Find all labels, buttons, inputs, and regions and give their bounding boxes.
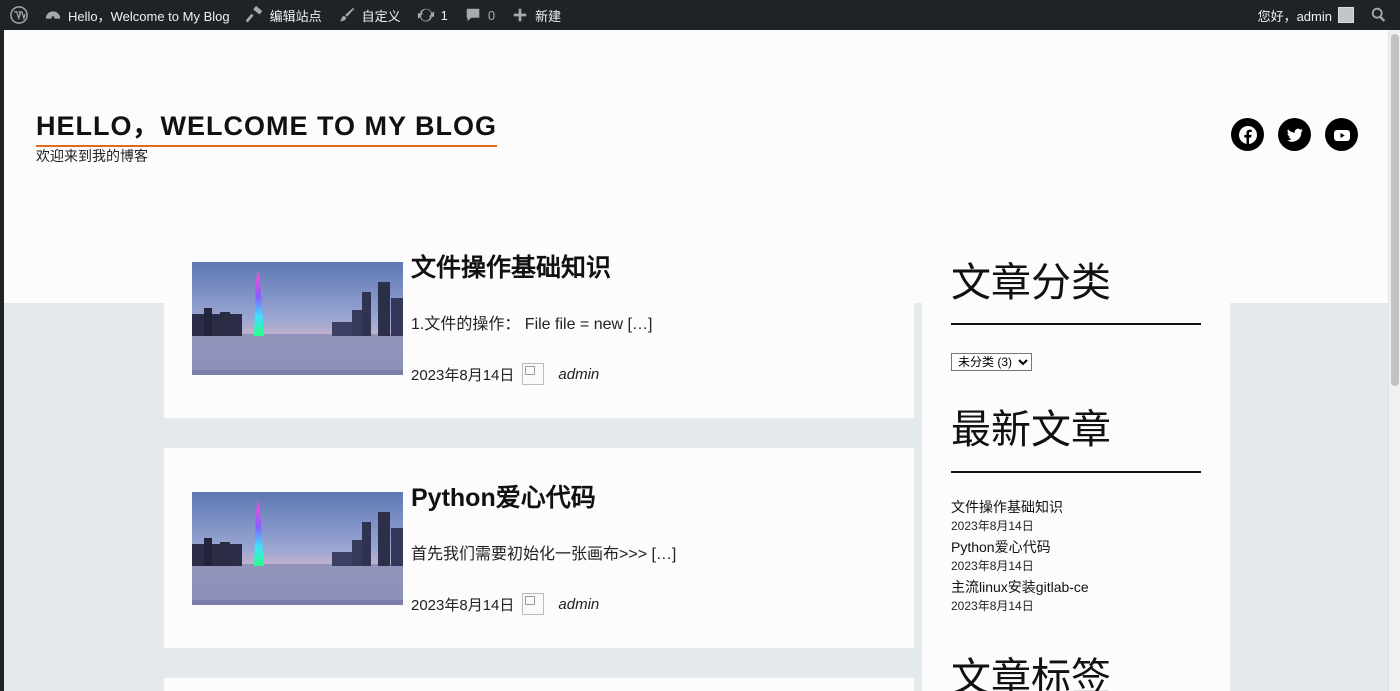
recent-post-link[interactable]: 主流linux安装gitlab-ce [951, 578, 1211, 596]
avatar [1338, 7, 1354, 23]
wordpress-icon [10, 6, 28, 24]
post-date[interactable]: 2023年8月14日 [411, 364, 514, 385]
post-thumbnail[interactable] [192, 492, 403, 605]
edit-site-label: 编辑站点 [269, 8, 322, 24]
scrollbar-thumb[interactable] [1391, 34, 1399, 386]
search-icon [1370, 6, 1388, 24]
post-excerpt: 1.文件的操作： File file = new […] [411, 316, 653, 333]
facebook-icon [1238, 125, 1257, 144]
author-avatar [522, 593, 545, 615]
recent-posts-list: 文件操作基础知识 2023年8月14日 Python爱心代码 2023年8月14… [951, 498, 1211, 618]
post-card: 文件操作基础知识 1.文件的操作： File file = new […] 20… [164, 230, 914, 418]
edit-site-menu[interactable]: 编辑站点 [238, 0, 330, 30]
comment-icon [464, 6, 482, 24]
hammer-icon [245, 6, 264, 24]
site-name-label: Hello，Welcome to My Blog [68, 8, 230, 24]
post-author[interactable]: admin [558, 596, 599, 613]
plus-icon [511, 6, 529, 24]
site-name-menu[interactable]: Hello，Welcome to My Blog [36, 0, 238, 30]
updates-count: 1 [440, 7, 448, 23]
post-card [164, 678, 914, 691]
recent-post-link[interactable]: 文件操作基础知识 [951, 498, 1211, 516]
updates-menu[interactable]: 1 [409, 0, 456, 30]
admin-bar: Hello，Welcome to My Blog 编辑站点 自定义 1 0 新建… [0, 0, 1400, 30]
list-item: Python爱心代码 2023年8月14日 [951, 538, 1211, 574]
scrollbar[interactable] [1388, 30, 1400, 691]
post-title[interactable]: Python爱心代码 [411, 478, 596, 514]
wordpress-menu[interactable] [0, 0, 36, 30]
brush-icon [338, 6, 356, 24]
divider [951, 323, 1201, 325]
list-item: 文件操作基础知识 2023年8月14日 [951, 498, 1211, 534]
post-thumbnail[interactable] [192, 262, 403, 375]
post-meta: 2023年8月14日 admin [411, 593, 599, 615]
recent-post-date: 2023年8月14日 [951, 519, 1034, 533]
twitter-icon [1286, 128, 1303, 142]
post-card: Python爱心代码 首先我们需要初始化一张画布>>> […] 2023年8月1… [164, 448, 914, 648]
post-author[interactable]: admin [558, 366, 599, 383]
new-content-menu[interactable]: 新建 [503, 0, 569, 30]
site-tagline: 欢迎来到我的博客 [36, 148, 148, 164]
recent-posts-widget-title: 最新文章 [951, 407, 1111, 453]
tags-widget-title: 文章标签 [951, 655, 1111, 691]
twitter-social-link[interactable] [1278, 118, 1311, 151]
customize-menu[interactable]: 自定义 [330, 0, 409, 30]
recent-post-date: 2023年8月14日 [951, 599, 1034, 613]
comments-menu[interactable]: 0 [456, 0, 503, 30]
youtube-social-link[interactable] [1325, 118, 1358, 151]
facebook-social-link[interactable] [1231, 118, 1264, 151]
my-account-menu[interactable]: 您好，admin [1250, 0, 1362, 30]
refresh-icon [417, 6, 435, 24]
author-avatar [522, 363, 545, 385]
recent-post-date: 2023年8月14日 [951, 559, 1034, 573]
youtube-icon [1333, 129, 1350, 141]
category-select[interactable]: 未分类 (3) [951, 353, 1032, 371]
search-button[interactable] [1362, 0, 1400, 30]
post-date[interactable]: 2023年8月14日 [411, 594, 514, 615]
list-item: 主流linux安装gitlab-ce 2023年8月14日 [951, 578, 1211, 614]
site-title[interactable]: HELLO，WELCOME TO MY BLOG [36, 104, 497, 147]
categories-widget-title: 文章分类 [951, 260, 1111, 306]
comments-count: 0 [487, 7, 496, 23]
dashboard-icon [44, 6, 62, 24]
post-meta: 2023年8月14日 admin [411, 363, 599, 385]
recent-post-link[interactable]: Python爱心代码 [951, 538, 1211, 556]
sidebar: 文章分类 未分类 (3) 最新文章 文件操作基础知识 2023年8月14日 Py… [922, 30, 1230, 691]
customize-label: 自定义 [361, 8, 401, 24]
post-title[interactable]: 文件操作基础知识 [411, 248, 611, 284]
new-label: 新建 [535, 8, 562, 24]
greeting-label: 您好，admin [1257, 8, 1332, 24]
divider [951, 471, 1201, 473]
post-excerpt: 首先我们需要初始化一张画布>>> […] [411, 546, 677, 563]
